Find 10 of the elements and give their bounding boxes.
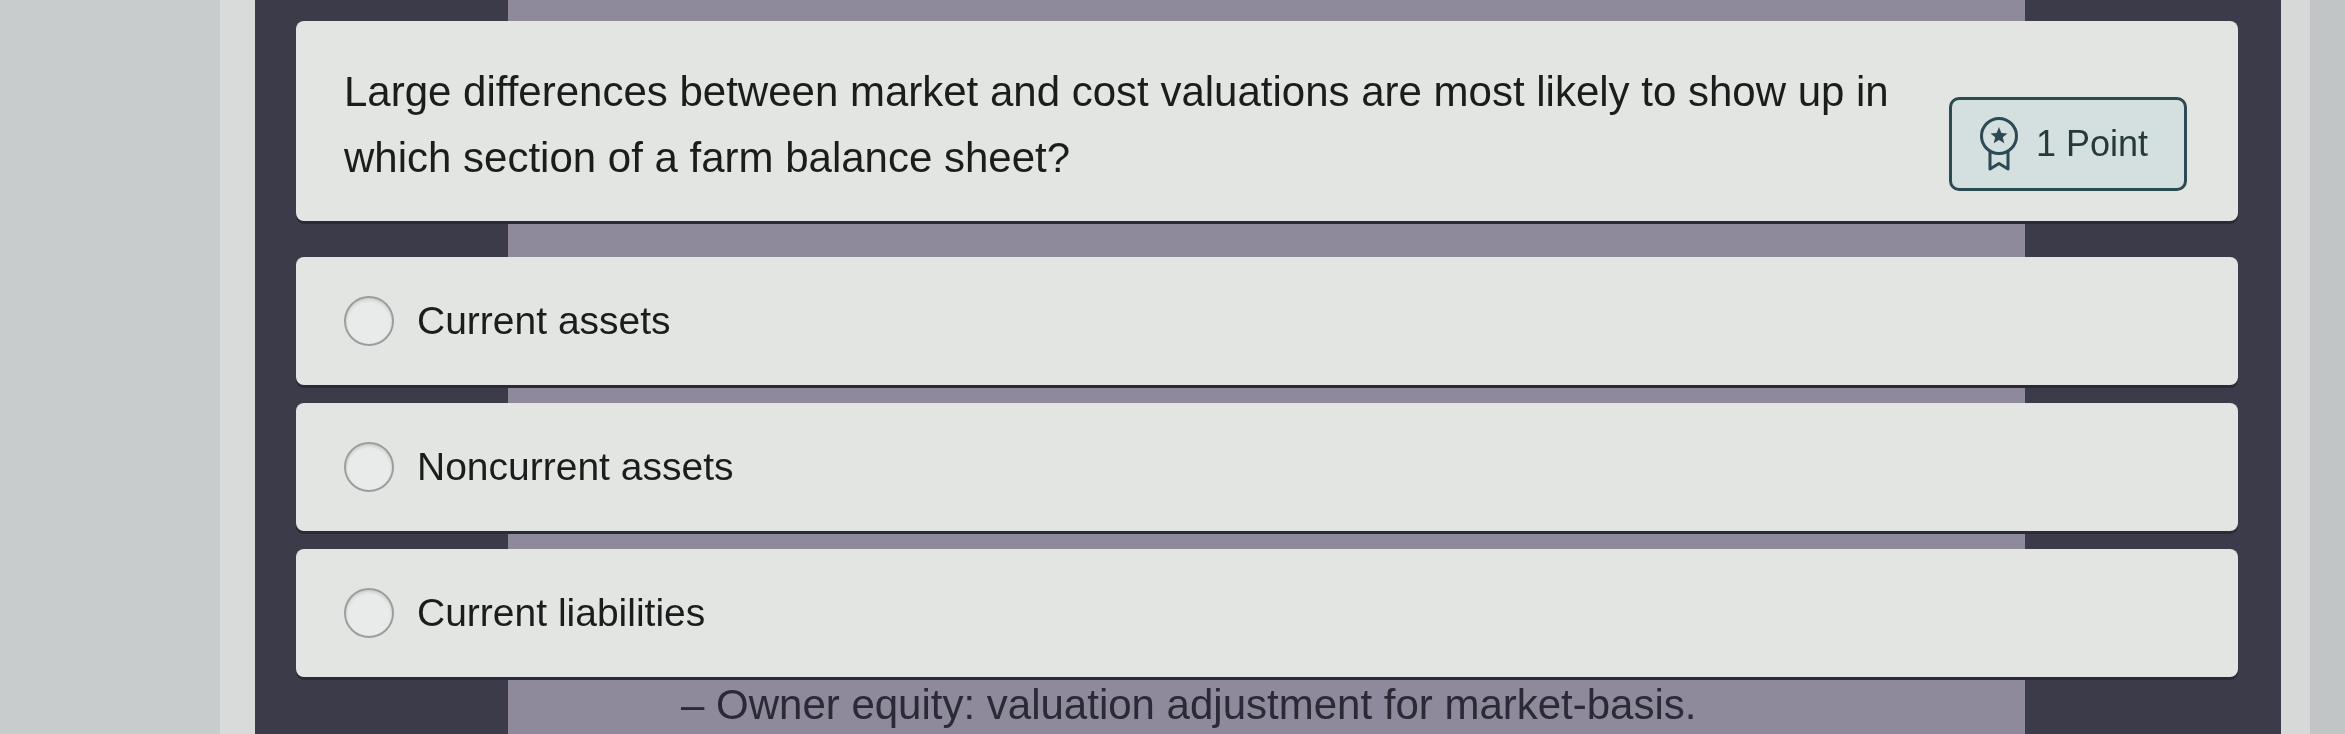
radio-button[interactable] bbox=[344, 442, 394, 492]
note-text: – Owner equity: valuation adjustment for market-basis. bbox=[681, 682, 1697, 728]
points-text: 1 Point bbox=[2035, 123, 2148, 165]
radio-button[interactable] bbox=[344, 296, 394, 346]
option-label: Current assets bbox=[417, 299, 671, 343]
radio-button[interactable] bbox=[344, 588, 394, 638]
option-label: Noncurrent assets bbox=[417, 445, 734, 489]
option-label: Current liabilities bbox=[417, 591, 706, 635]
question-text: Large differences between market and cost valuations are most likely to show up in which section of a farm balance sheet? bbox=[344, 67, 1890, 183]
award-icon bbox=[1977, 116, 2020, 172]
